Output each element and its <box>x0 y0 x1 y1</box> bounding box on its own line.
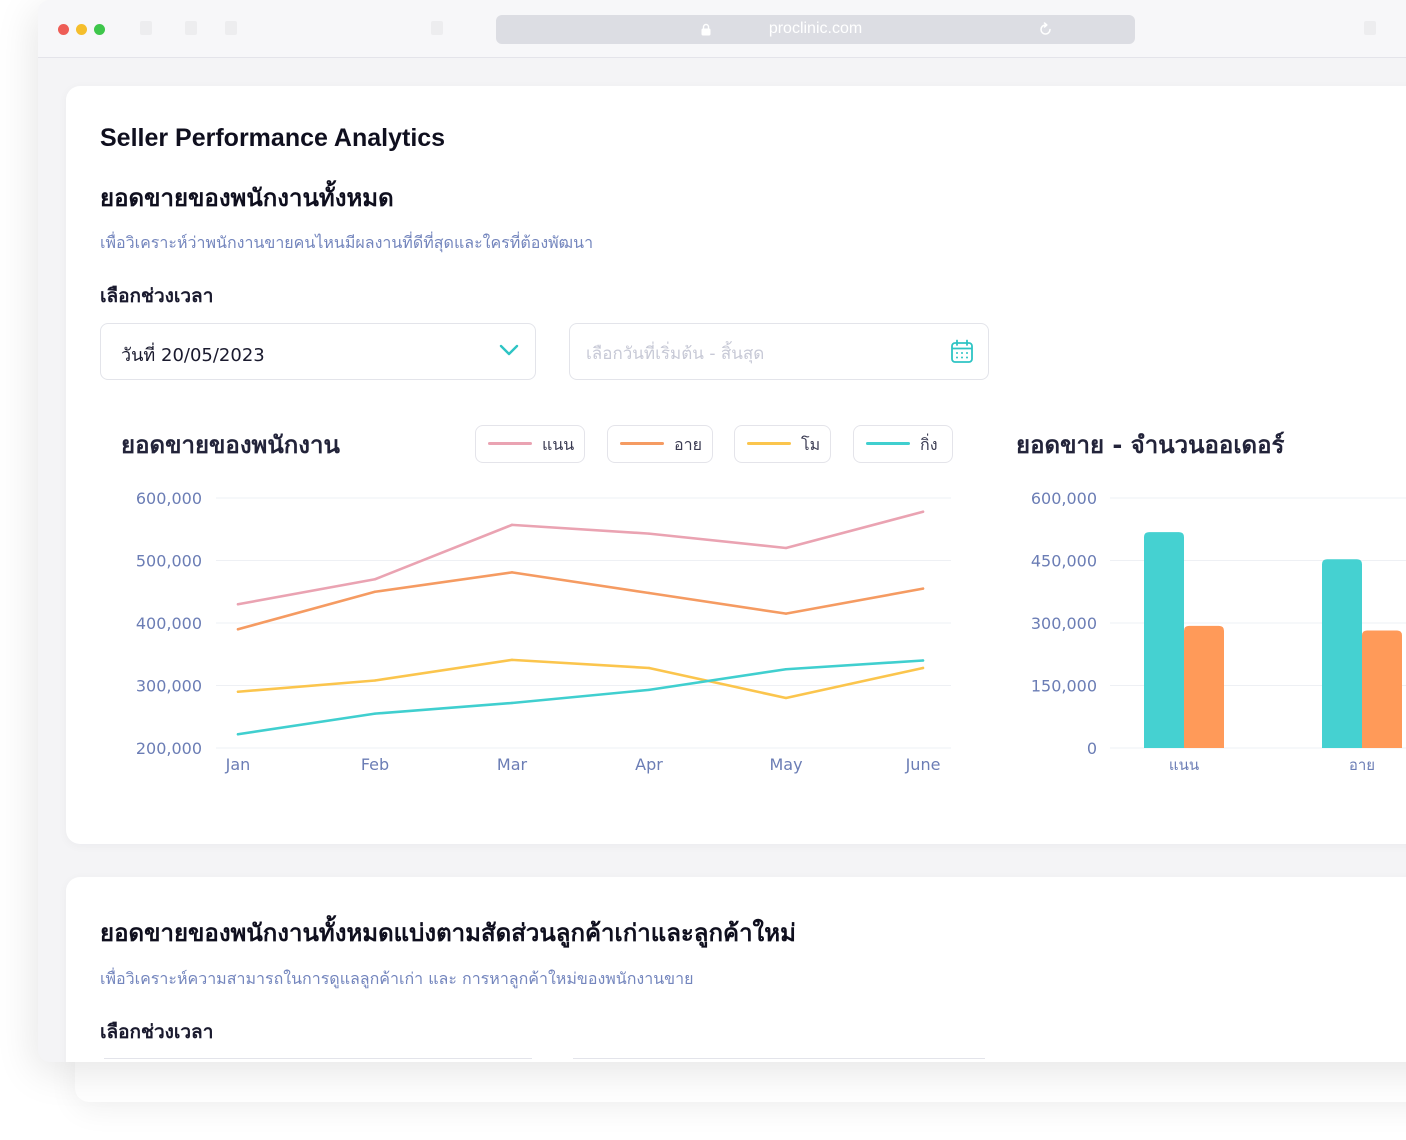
section2-period-label: เลือกช่วงเวลา <box>100 1021 214 1043</box>
reload-icon[interactable] <box>1038 22 1053 37</box>
y-tick-label: 0 <box>1087 739 1097 758</box>
y-tick-label: 300,000 <box>1031 614 1097 633</box>
data-point <box>647 688 651 692</box>
data-point <box>373 679 377 682</box>
shield-icon[interactable] <box>431 21 443 35</box>
new-tab-icon[interactable] <box>1364 21 1376 35</box>
data-point <box>510 571 514 574</box>
legend-item-king[interactable]: กิ่ง <box>853 425 953 463</box>
customer-split-card: ยอดขายของพนักงานทั้งหมดแบ่งตามสัดส่วนลูก… <box>66 877 1406 1062</box>
legend-item-nan[interactable]: แนน <box>475 425 585 463</box>
x-tick-label: May <box>769 755 802 774</box>
y-tick-label: 150,000 <box>1031 677 1097 696</box>
close-window-button[interactable] <box>58 24 69 35</box>
x-tick-label: Jan <box>225 755 251 774</box>
address-bar[interactable]: proclinic.com <box>496 15 1135 44</box>
data-point <box>373 578 377 581</box>
legend-swatch <box>866 442 910 445</box>
y-tick-label: 200,000 <box>136 739 202 758</box>
legend-swatch <box>620 442 664 445</box>
section2-title: ยอดขายของพนักงานทั้งหมดแบ่งตามสัดส่วนลูก… <box>100 919 796 947</box>
x-tick-label: Feb <box>361 755 389 774</box>
section-title: ยอดขายของพนักงานทั้งหมด <box>100 184 394 212</box>
data-point <box>784 546 788 550</box>
data-point <box>921 587 925 590</box>
period-select-value: วันที่ 20/05/2023 <box>121 345 265 366</box>
x-tick-label: อาย <box>1349 756 1375 774</box>
bar <box>1144 532 1184 748</box>
period-label: เลือกช่วงเวลา <box>100 285 214 307</box>
data-point <box>921 666 925 670</box>
data-point <box>784 612 788 615</box>
sidebar-toggle-icon[interactable] <box>140 21 152 35</box>
legend-label: อาย <box>674 435 702 454</box>
series-line <box>236 571 925 631</box>
data-point <box>647 666 651 670</box>
section-subtitle: เพื่อวิเคราะห์ว่าพนักงานขายคนไหนมีผลงานท… <box>100 233 594 252</box>
y-tick-label: 300,000 <box>136 677 202 696</box>
data-point <box>373 712 377 715</box>
legend-item-mo[interactable]: โม <box>734 425 831 463</box>
section2-select-edge <box>104 1058 532 1059</box>
data-point <box>784 668 788 671</box>
bar <box>1322 559 1362 748</box>
y-tick-label: 400,000 <box>136 614 202 633</box>
series-line <box>236 659 925 736</box>
data-point <box>236 733 240 736</box>
x-tick-label: Mar <box>497 755 528 774</box>
series-line <box>236 658 925 700</box>
date-range-placeholder: เลือกวันที่เริ่มต้น - สิ้นสุด <box>586 344 765 364</box>
legend-swatch <box>488 442 532 445</box>
y-tick-label: 500,000 <box>136 552 202 571</box>
x-tick-label: แนน <box>1169 756 1199 774</box>
legend-label: โม <box>801 435 821 454</box>
data-point <box>236 603 240 606</box>
data-point <box>236 628 240 631</box>
data-point <box>510 701 514 705</box>
data-point <box>921 659 925 662</box>
x-tick-label: Apr <box>635 755 663 774</box>
calendar-icon[interactable] <box>950 339 974 364</box>
page-title: Seller Performance Analytics <box>100 124 446 152</box>
section2-date-edge <box>573 1058 985 1059</box>
bar-chart-title: ยอดขาย - จำนวนออเดอร์ <box>1016 431 1285 459</box>
legend-swatch <box>747 442 791 445</box>
data-point <box>784 696 788 700</box>
back-icon[interactable] <box>185 21 197 35</box>
line-chart-title: ยอดขายของพนักงาน <box>121 431 340 459</box>
section2-subtitle: เพื่อวิเคราะห์ความสามารถในการดูแลลูกค้าเ… <box>100 969 694 988</box>
period-select[interactable]: วันที่ 20/05/2023 <box>100 323 536 380</box>
legend-label: กิ่ง <box>920 435 938 454</box>
sales-overview-card: Seller Performance Analytics ยอดขายของพน… <box>66 86 1406 844</box>
legend-label: แนน <box>542 435 575 454</box>
x-tick-label: June <box>905 755 941 774</box>
forward-icon[interactable] <box>225 21 237 35</box>
bar <box>1362 630 1402 748</box>
bar <box>1184 625 1224 748</box>
bar-chart: 600,000 450,000 300,000 150,000 0 แนน อาย <box>1031 489 1406 774</box>
y-tick-label: 600,000 <box>1031 489 1097 508</box>
data-point <box>236 690 240 693</box>
browser-titlebar: proclinic.com <box>38 0 1406 58</box>
browser-window: proclinic.com Seller Performance Analyti… <box>38 0 1406 1062</box>
date-range-input[interactable]: เลือกวันที่เริ่มต้น - สิ้นสุด <box>569 323 989 380</box>
data-point <box>647 532 651 535</box>
data-point <box>921 510 925 513</box>
data-point <box>373 590 377 593</box>
chevron-down-icon <box>499 344 519 356</box>
data-point <box>510 523 514 527</box>
y-tick-label: 450,000 <box>1031 552 1097 571</box>
legend-item-aye[interactable]: อาย <box>607 425 713 463</box>
data-point <box>647 591 651 595</box>
data-point <box>510 658 514 662</box>
minimize-window-button[interactable] <box>76 24 87 35</box>
y-tick-label: 600,000 <box>136 489 202 508</box>
series-line <box>236 510 925 606</box>
maximize-window-button[interactable] <box>94 24 105 35</box>
